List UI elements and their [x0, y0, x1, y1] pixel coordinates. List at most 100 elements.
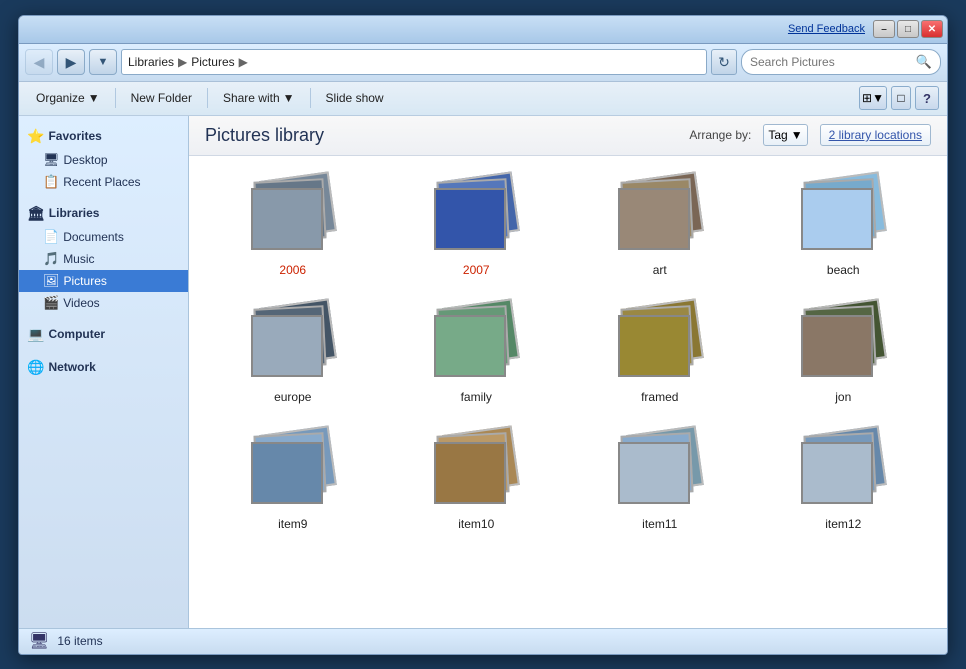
- main-pane: Pictures library Arrange by: Tag ▼ 2 lib…: [189, 116, 947, 628]
- address-bar: ◀ ▶ ▼ Libraries ▶ Pictures ▶ ↻ 🔍: [19, 44, 947, 82]
- pictures-label: Pictures: [64, 274, 107, 288]
- search-icon: 🔍: [916, 54, 932, 70]
- music-label: Music: [63, 252, 94, 266]
- title-bar: Send Feedback – □ ✕: [19, 16, 947, 44]
- toolbar: Organize ▼ New Folder Share with ▼ Slide…: [19, 82, 947, 116]
- file-item-item9[interactable]: item9: [205, 422, 381, 537]
- organize-button[interactable]: Organize ▼: [27, 85, 109, 111]
- desktop-icon: 🖥: [43, 152, 60, 168]
- library-header: Pictures library Arrange by: Tag ▼ 2 lib…: [189, 116, 947, 156]
- close-button[interactable]: ✕: [921, 20, 943, 38]
- favorites-section: ⭐ Favorites 🖥 Desktop 📋 Recent Places: [19, 124, 188, 193]
- organize-label: Organize: [36, 91, 85, 105]
- file-item-item11[interactable]: item11: [572, 422, 748, 537]
- documents-label: Documents: [63, 230, 124, 244]
- sidebar: ⭐ Favorites 🖥 Desktop 📋 Recent Places 🏛 …: [19, 116, 189, 628]
- sidebar-item-desktop[interactable]: 🖥 Desktop: [19, 149, 188, 171]
- new-folder-button[interactable]: New Folder: [122, 85, 201, 111]
- back-button[interactable]: ◀: [25, 49, 53, 75]
- file-item-framed[interactable]: framed: [572, 295, 748, 410]
- library-locations-button[interactable]: 2 library locations: [820, 124, 931, 146]
- search-input[interactable]: [750, 55, 912, 69]
- help-button[interactable]: ?: [915, 86, 939, 110]
- feedback-link[interactable]: Send Feedback: [788, 23, 865, 35]
- documents-icon: 📄: [43, 229, 59, 245]
- share-with-label: Share with: [223, 91, 280, 105]
- videos-label: Videos: [63, 296, 99, 310]
- up-button[interactable]: ▼: [89, 49, 117, 75]
- libraries-section: 🏛 Libraries 📄 Documents 🎵 Music 🖼 Pictur…: [19, 201, 188, 314]
- status-icon: 🖥: [29, 631, 49, 651]
- slide-show-button[interactable]: Slide show: [317, 85, 393, 111]
- file-grid-container: 2006 2007 art beach europefamily framed jon ite…: [189, 156, 947, 628]
- computer-icon: 💻: [27, 326, 44, 343]
- file-item-item12[interactable]: item12: [756, 422, 932, 537]
- sidebar-item-music[interactable]: 🎵 Music: [19, 248, 188, 270]
- recent-icon: 📋: [43, 174, 59, 190]
- sidebar-item-documents[interactable]: 📄 Documents: [19, 226, 188, 248]
- status-bar: 🖥 16 items: [19, 628, 947, 654]
- libraries-icon: 🏛: [27, 205, 45, 222]
- refresh-button[interactable]: ↻: [711, 49, 737, 75]
- sidebar-item-recent[interactable]: 📋 Recent Places: [19, 171, 188, 193]
- file-label-2006: 2006: [279, 263, 306, 277]
- sidebar-item-pictures[interactable]: 🖼 Pictures: [19, 270, 188, 292]
- path-pictures[interactable]: Pictures: [191, 55, 234, 69]
- network-label: Network: [48, 360, 95, 374]
- path-sep1: ▶: [178, 55, 187, 69]
- toolbar-separator-2: [207, 88, 208, 108]
- file-item-jon[interactable]: jon: [756, 295, 932, 410]
- toolbar-separator-3: [310, 88, 311, 108]
- file-item-europe[interactable]: europe: [205, 295, 381, 410]
- organize-chevron: ▼: [88, 91, 100, 105]
- file-label-item9: item9: [278, 517, 307, 531]
- recent-label: Recent Places: [63, 175, 140, 189]
- file-item-family[interactable]: family: [389, 295, 565, 410]
- path-libraries[interactable]: Libraries: [128, 55, 174, 69]
- network-section: 🌐 Network: [19, 355, 188, 380]
- libraries-header[interactable]: 🏛 Libraries: [19, 201, 188, 226]
- path-sep2: ▶: [239, 55, 248, 69]
- file-item-item10[interactable]: item10: [389, 422, 565, 537]
- arrange-label: Arrange by:: [689, 128, 751, 142]
- item-count: 16 items: [57, 634, 102, 648]
- file-label-beach: beach: [827, 263, 860, 277]
- libraries-label: Libraries: [49, 206, 100, 220]
- computer-header[interactable]: 💻 Computer: [19, 322, 188, 347]
- desktop-label: Desktop: [64, 153, 108, 167]
- file-label-art: art: [653, 263, 667, 277]
- address-path[interactable]: Libraries ▶ Pictures ▶: [121, 49, 707, 75]
- file-label-item11: item11: [642, 517, 677, 531]
- network-icon: 🌐: [27, 359, 44, 376]
- sidebar-item-videos[interactable]: 🎬 Videos: [19, 292, 188, 314]
- details-pane-button[interactable]: □: [891, 86, 911, 110]
- maximize-button[interactable]: □: [897, 20, 919, 38]
- arrange-select[interactable]: Tag ▼: [763, 124, 807, 146]
- forward-button[interactable]: ▶: [57, 49, 85, 75]
- network-header[interactable]: 🌐 Network: [19, 355, 188, 380]
- file-item-2007[interactable]: 2007: [389, 168, 565, 283]
- file-grid: 2006 2007 art beach europefamily framed jon ite…: [205, 168, 931, 537]
- share-with-button[interactable]: Share with ▼: [214, 85, 304, 111]
- content-area: ⭐ Favorites 🖥 Desktop 📋 Recent Places 🏛 …: [19, 116, 947, 628]
- slide-show-label: Slide show: [326, 91, 384, 105]
- file-item-2006[interactable]: 2006: [205, 168, 381, 283]
- view-toggle-button[interactable]: ⊞▼: [859, 86, 887, 110]
- arrange-chevron: ▼: [791, 128, 803, 142]
- favorites-star-icon: ⭐: [27, 128, 44, 145]
- share-chevron: ▼: [283, 91, 295, 105]
- file-label-framed: framed: [641, 390, 678, 404]
- file-label-item12: item12: [825, 517, 861, 531]
- toolbar-separator-1: [115, 88, 116, 108]
- file-item-art[interactable]: art: [572, 168, 748, 283]
- computer-section: 💻 Computer: [19, 322, 188, 347]
- search-box[interactable]: 🔍: [741, 49, 941, 75]
- minimize-button[interactable]: –: [873, 20, 895, 38]
- file-label-jon: jon: [835, 390, 851, 404]
- file-item-beach[interactable]: beach: [756, 168, 932, 283]
- videos-icon: 🎬: [43, 295, 59, 311]
- favorites-header[interactable]: ⭐ Favorites: [19, 124, 188, 149]
- file-label-item10: item10: [458, 517, 494, 531]
- library-title: Pictures library: [205, 125, 324, 146]
- arrange-value: Tag: [768, 128, 787, 142]
